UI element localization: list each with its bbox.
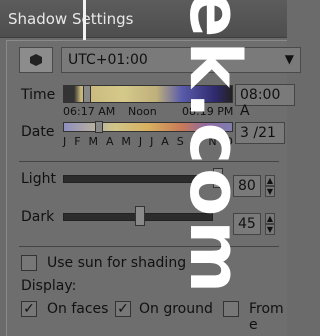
time-label: Time bbox=[21, 87, 56, 103]
dark-down-icon[interactable]: ▼ bbox=[265, 224, 275, 235]
light-up-icon[interactable]: ▲ bbox=[265, 175, 275, 186]
time-start-label: 06:17 AM bbox=[63, 105, 116, 118]
display-label: Display: bbox=[21, 278, 77, 294]
watermark-text: ek.com bbox=[174, 0, 256, 298]
month-label: M bbox=[88, 135, 98, 148]
window-title: Shadow Settings bbox=[8, 10, 134, 28]
light-down-icon[interactable]: ▼ bbox=[265, 186, 275, 197]
dark-label: Dark bbox=[21, 209, 55, 225]
on-ground-checkbox[interactable]: ✓ bbox=[115, 301, 131, 317]
month-label: J bbox=[63, 135, 67, 148]
use-sun-checkbox[interactable] bbox=[21, 255, 37, 271]
on-ground-label: On ground bbox=[139, 301, 213, 317]
month-label: F bbox=[74, 135, 81, 148]
on-faces-label: On faces bbox=[47, 301, 109, 317]
chevron-down-icon: ▼ bbox=[284, 52, 294, 66]
dark-up-icon[interactable]: ▲ bbox=[265, 213, 275, 224]
on-faces-checkbox[interactable]: ✓ bbox=[21, 301, 37, 317]
time-slider-thumb[interactable] bbox=[83, 85, 91, 103]
month-label: A bbox=[105, 135, 114, 148]
light-label: Light bbox=[21, 171, 56, 187]
date-slider-thumb[interactable] bbox=[95, 121, 103, 133]
from-edges-checkbox[interactable] bbox=[223, 301, 239, 317]
shadow-cube-icon[interactable] bbox=[19, 47, 53, 73]
from-edges-label: From e bbox=[249, 301, 284, 333]
date-label: Date bbox=[21, 124, 55, 140]
